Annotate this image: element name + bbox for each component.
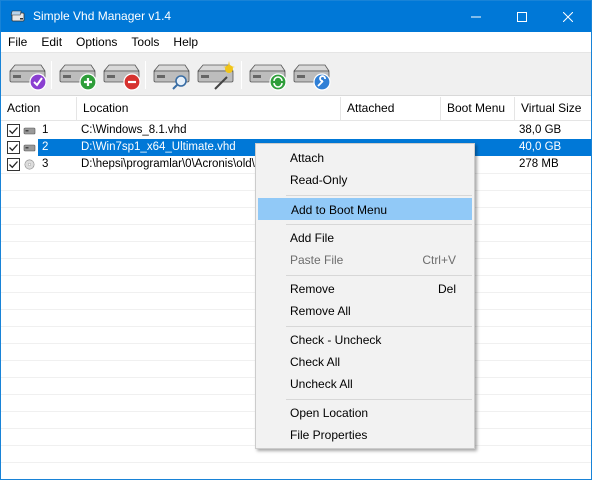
drive-refresh-icon <box>249 64 287 91</box>
window-title: Simple Vhd Manager v1.4 <box>33 9 172 23</box>
drive-wrench-icon <box>293 64 331 91</box>
drive-wand-icon <box>197 61 235 90</box>
menu-separator <box>286 224 472 225</box>
column-attached[interactable]: Attached <box>341 97 441 121</box>
check-icon <box>9 127 18 135</box>
menu-separator <box>286 326 472 327</box>
menu-add-file[interactable]: Add File <box>258 227 472 249</box>
check-icon <box>9 144 18 152</box>
drive-check-icon <box>9 64 47 91</box>
context-menu: Attach Read-Only Add to Boot Menu Add Fi… <box>255 143 475 449</box>
menu-paste-file: Paste File Ctrl+V <box>258 249 472 271</box>
minimize-button[interactable] <box>453 1 499 32</box>
column-boot-menu[interactable]: Boot Menu <box>441 97 515 121</box>
menu-help[interactable]: Help <box>166 32 205 52</box>
menu-uncheck-all[interactable]: Uncheck All <box>258 373 472 395</box>
row-size: 278 MB <box>519 158 559 170</box>
menu-open-location[interactable]: Open Location <box>258 402 472 424</box>
drive-icon <box>23 144 36 152</box>
close-icon <box>563 11 573 22</box>
menu-separator <box>286 399 472 400</box>
menu-options[interactable]: Options <box>69 32 124 52</box>
title-bar[interactable]: Simple Vhd Manager v1.4 <box>1 1 591 32</box>
attach-disk-button[interactable] <box>7 57 47 93</box>
menu-add-to-boot-menu[interactable]: Add to Boot Menu <box>258 198 472 220</box>
drive-search-icon <box>153 64 190 90</box>
app-icon <box>10 10 25 22</box>
menu-item-shortcut: Ctrl+V <box>422 253 456 267</box>
drive-add-icon <box>59 64 97 91</box>
row-size: 40,0 GB <box>519 141 562 153</box>
row-checkbox[interactable] <box>7 158 20 171</box>
menu-separator <box>286 195 472 196</box>
menu-remove-all[interactable]: Remove All <box>258 300 472 322</box>
drive-remove-icon <box>103 64 141 91</box>
grid-line <box>1 462 591 463</box>
menu-item-label: Remove All <box>290 304 351 318</box>
remove-disk-button[interactable] <box>101 57 141 93</box>
menu-item-label: Remove <box>290 282 335 296</box>
menu-file-properties[interactable]: File Properties <box>258 424 472 446</box>
menu-item-label: Add File <box>290 231 335 245</box>
menu-item-shortcut: Del <box>437 282 456 296</box>
menu-separator <box>286 275 472 276</box>
menu-item-label: Check - Uncheck <box>290 333 382 347</box>
row-boot-menu <box>441 122 515 139</box>
row-attached <box>341 122 441 139</box>
row-size: 38,0 GB <box>519 124 562 136</box>
disk-properties-button[interactable] <box>151 57 191 93</box>
disk-settings-button[interactable] <box>195 57 235 93</box>
list-header: Action Location Attached Boot Menu Virtu… <box>1 97 591 121</box>
toolbar <box>1 52 591 96</box>
menu-remove[interactable]: Remove Del <box>258 278 472 300</box>
toolbar-separator <box>51 61 52 89</box>
menu-item-label: Uncheck All <box>290 377 353 391</box>
check-icon <box>9 161 18 169</box>
column-location[interactable]: Location <box>77 97 341 121</box>
minimize-icon <box>471 16 481 17</box>
row-location: C:\Windows_8.1.vhd <box>81 124 187 136</box>
close-button[interactable] <box>545 1 591 32</box>
toolbar-separator <box>241 61 242 89</box>
drive-icon <box>23 127 36 135</box>
add-disk-button[interactable] <box>57 57 97 93</box>
menu-check-uncheck[interactable]: Check - Uncheck <box>258 329 472 351</box>
row-index: 2 <box>42 141 49 153</box>
menu-check-all[interactable]: Check All <box>258 351 472 373</box>
row-index: 1 <box>42 124 49 136</box>
maximize-button[interactable] <box>499 1 545 32</box>
menu-bar: File Edit Options Tools Help <box>1 32 591 52</box>
table-row[interactable]: 1 C:\Windows_8.1.vhd 38,0 GB <box>1 122 591 139</box>
menu-read-only[interactable]: Read-Only <box>258 169 472 191</box>
row-index: 3 <box>42 158 49 170</box>
menu-tools[interactable]: Tools <box>124 32 166 52</box>
menu-edit[interactable]: Edit <box>34 32 69 52</box>
app-window: Simple Vhd Manager v1.4 File Edit Option… <box>0 0 592 480</box>
menu-attach[interactable]: Attach <box>258 147 472 169</box>
row-checkbox[interactable] <box>7 141 20 154</box>
row-checkbox[interactable] <box>7 124 20 137</box>
disc-icon <box>24 159 35 170</box>
maximize-icon <box>517 11 527 22</box>
refresh-disk-button[interactable] <box>247 57 287 93</box>
column-virtual-size[interactable]: Virtual Size <box>515 97 591 121</box>
menu-item-label: Paste File <box>290 253 344 267</box>
menu-item-label: File Properties <box>290 428 368 442</box>
menu-item-label: Check All <box>290 355 341 369</box>
menu-item-label: Attach <box>290 151 325 165</box>
configure-disk-button[interactable] <box>291 57 331 93</box>
toolbar-separator <box>145 61 146 89</box>
column-action[interactable]: Action <box>1 97 77 121</box>
menu-item-label: Read-Only <box>290 173 348 187</box>
menu-item-label: Open Location <box>290 406 369 420</box>
menu-item-label: Add to Boot Menu <box>291 203 388 217</box>
menu-file[interactable]: File <box>1 32 34 52</box>
